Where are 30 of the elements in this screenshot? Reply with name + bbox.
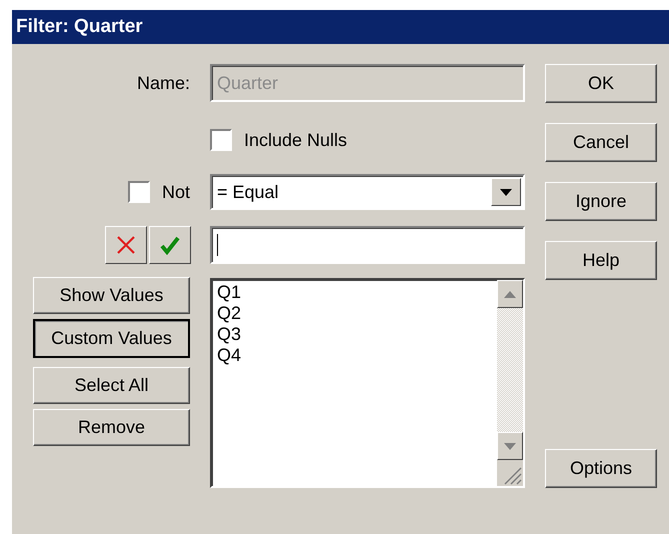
dialog-button[interactable]: Help — [545, 241, 657, 280]
side-button[interactable]: Show Values — [33, 277, 190, 314]
scrollbar[interactable] — [497, 280, 523, 486]
scroll-up-icon[interactable] — [497, 280, 523, 308]
options-button[interactable]: Options — [545, 449, 657, 488]
dialog-button[interactable]: OK — [545, 64, 657, 103]
value-input-field[interactable] — [210, 226, 525, 264]
list-item[interactable]: Q1 — [217, 282, 492, 303]
list-item[interactable]: Q2 — [217, 303, 492, 324]
operator-dropdown[interactable]: = Equal — [210, 174, 525, 210]
resize-grip-icon — [497, 460, 523, 486]
list-item[interactable]: Q4 — [217, 345, 492, 366]
cross-icon — [115, 234, 137, 256]
close-button[interactable] — [105, 226, 147, 264]
side-button[interactable]: Remove — [33, 409, 190, 446]
checkbox-label: Include Nulls — [244, 130, 348, 150]
list-item[interactable]: Q3 — [217, 324, 492, 345]
name-label: Name: — [136, 72, 190, 94]
values-list[interactable]: Q1 Q2 Q3 Q4 — [210, 278, 525, 488]
window-title: Filter: Quarter — [12, 10, 669, 44]
dialog-button[interactable]: Ignore — [545, 182, 657, 221]
checkbox-label: Not — [162, 182, 190, 202]
checkbox[interactable] — [210, 129, 232, 151]
checkbox[interactable] — [128, 181, 150, 203]
dialog-button[interactable]: Cancel — [545, 123, 657, 162]
scroll-down-icon[interactable] — [497, 432, 523, 460]
checkmark-button[interactable] — [149, 226, 191, 264]
side-button[interactable]: Select All — [33, 367, 190, 404]
side-button[interactable]: Custom Values — [33, 319, 190, 358]
checkmark-icon — [159, 234, 181, 256]
